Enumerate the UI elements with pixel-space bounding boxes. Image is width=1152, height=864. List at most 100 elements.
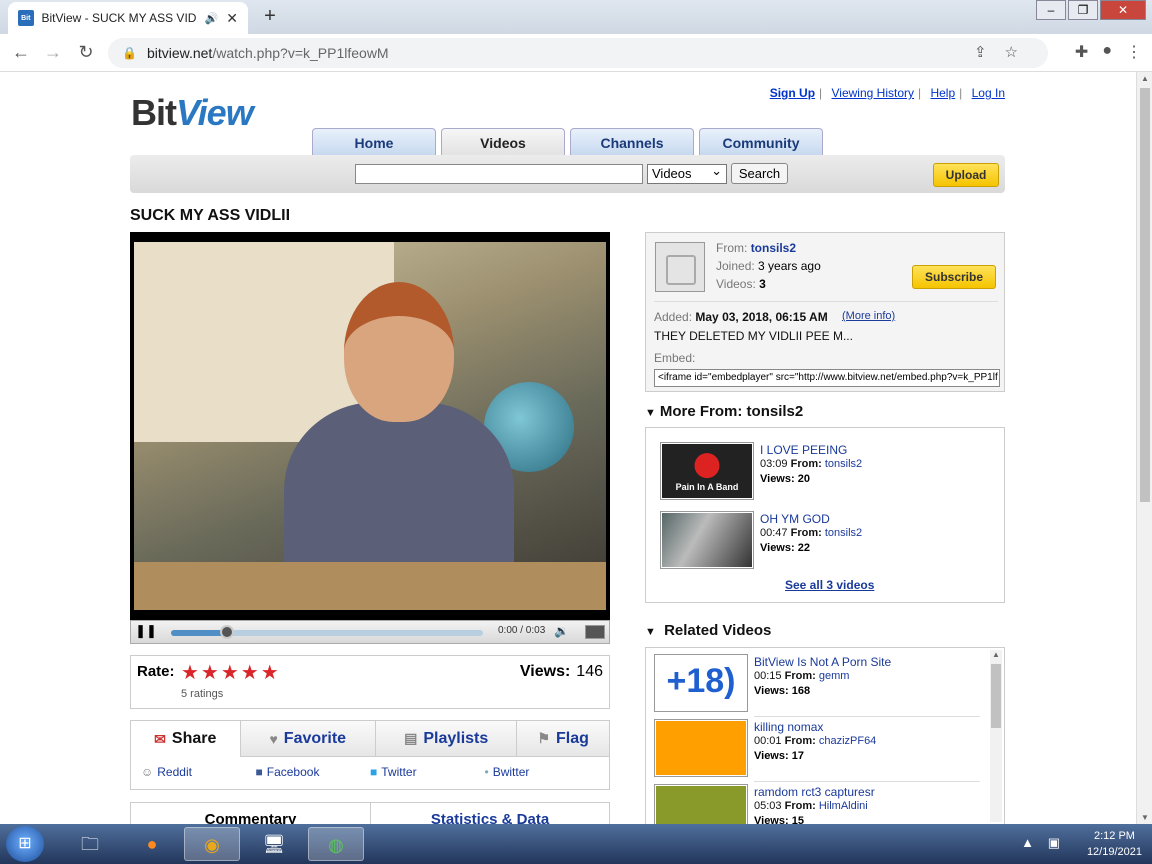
- share-bwitter-link[interactable]: • Bwitter: [485, 765, 600, 779]
- uploader-name-link[interactable]: tonsils2: [751, 241, 796, 255]
- bookmark-star-icon[interactable]: ☆: [1005, 44, 1036, 61]
- help-link[interactable]: Help: [930, 86, 955, 100]
- see-all-videos-link[interactable]: See all 3 videos: [785, 578, 874, 592]
- lock-icon[interactable]: 🔒: [122, 46, 137, 60]
- nav-tab-home[interactable]: Home: [312, 128, 436, 156]
- uploader-info: From: tonsils2 Joined: 3 years ago Video…: [645, 232, 1005, 392]
- video-description: THEY DELETED MY VIDLII PEE M...: [654, 329, 853, 343]
- network-tray-icon[interactable]: ▣: [1048, 835, 1060, 851]
- browser-tab[interactable]: Bit BitView - SUCK MY ASS VIDL 🔊 ✕: [8, 2, 248, 34]
- sign-up-link[interactable]: Sign Up: [770, 86, 815, 100]
- video-thumbnail[interactable]: [654, 784, 748, 824]
- tab-share[interactable]: ✉ Share: [131, 721, 241, 757]
- minimize-button[interactable]: –: [1036, 0, 1066, 20]
- video-thumbnail[interactable]: [654, 719, 748, 777]
- viewing-history-link[interactable]: Viewing History: [832, 86, 914, 100]
- list-item[interactable]: Pain In A Band I LOVE PEEING 03:09 From:…: [660, 442, 990, 500]
- chrome-icon[interactable]: ◉: [184, 827, 240, 861]
- page-scrollbar[interactable]: ▲ ▼: [1136, 72, 1152, 824]
- share-icon[interactable]: ⇪: [974, 44, 1005, 61]
- video-title-link[interactable]: I LOVE PEEING: [760, 443, 847, 457]
- log-in-link[interactable]: Log In: [972, 86, 1005, 100]
- scrollbar-thumb[interactable]: [1140, 88, 1150, 502]
- volume-icon[interactable]: 🔉: [554, 624, 569, 638]
- pause-icon[interactable]: ❚❚: [135, 623, 157, 641]
- search-category-select[interactable]: Videos: [647, 162, 727, 184]
- tray-expand-arrow-icon[interactable]: ▲: [1021, 835, 1034, 850]
- tab-playlists[interactable]: ▤ Playlists: [375, 721, 518, 757]
- video-frame[interactable]: [134, 242, 606, 610]
- browser-titlebar: Bit BitView - SUCK MY ASS VIDL 🔊 ✕ + – ❐…: [0, 0, 1152, 34]
- share-facebook-link[interactable]: ■ Facebook: [256, 765, 371, 779]
- share-reddit-link[interactable]: ☺ Reddit: [141, 765, 256, 779]
- new-tab-button[interactable]: +: [258, 6, 282, 28]
- search-input[interactable]: [355, 164, 643, 184]
- list-item[interactable]: ramdom rct3 capturesr 05:03 From: HilmAl…: [654, 784, 984, 824]
- scroll-up-arrow-icon[interactable]: ▲: [1137, 74, 1152, 83]
- bitview-logo[interactable]: BitView: [131, 92, 254, 134]
- collapse-triangle-icon[interactable]: ▼: [645, 407, 656, 419]
- joined-value: 3 years ago: [758, 259, 821, 273]
- author-link[interactable]: tonsils2: [825, 527, 862, 539]
- video-thumbnail[interactable]: +18): [654, 654, 748, 712]
- clock[interactable]: 2:12 PM 12/19/2021: [1087, 828, 1142, 860]
- forward-arrow-icon[interactable]: →: [42, 42, 64, 63]
- audio-playing-icon[interactable]: 🔊: [205, 12, 219, 25]
- maximize-button[interactable]: ❐: [1068, 0, 1098, 20]
- firefox-icon[interactable]: ●: [124, 827, 180, 861]
- tab-statistics[interactable]: Statistics & Data: [370, 803, 609, 824]
- uploader-avatar[interactable]: [655, 242, 705, 292]
- subscribe-button[interactable]: Subscribe: [912, 265, 996, 289]
- scroll-up-arrow-icon[interactable]: ▲: [992, 650, 1000, 659]
- author-link[interactable]: gemm: [819, 670, 850, 682]
- seek-bar[interactable]: [171, 625, 483, 639]
- seek-handle[interactable]: [220, 625, 235, 639]
- list-item[interactable]: killing nomax 00:01 From: chazizPF64 Vie…: [654, 719, 984, 782]
- list-item[interactable]: +18) BitView Is Not A Porn Site 00:15 Fr…: [654, 654, 984, 717]
- video-title-link[interactable]: ramdom rct3 capturesr: [754, 785, 875, 799]
- video-title-link[interactable]: OH YM GOD: [760, 512, 830, 526]
- address-bar[interactable]: 🔒 bitview.net/watch.php?v=k_PP1lfeowM ⇪☆: [108, 38, 1048, 68]
- extensions-puzzle-icon[interactable]: ✚: [1075, 42, 1088, 62]
- related-scrollbar[interactable]: ▲: [990, 650, 1002, 822]
- tab-commentary[interactable]: Commentary: [131, 803, 370, 824]
- scroll-down-arrow-icon[interactable]: ▼: [1137, 813, 1152, 822]
- video-title-link[interactable]: BitView Is Not A Porn Site: [754, 655, 891, 669]
- video-thumbnail[interactable]: Pain In A Band: [660, 442, 754, 500]
- collapse-triangle-icon[interactable]: ▼: [645, 626, 656, 638]
- more-info-link[interactable]: (More info): [842, 310, 895, 322]
- close-tab-icon[interactable]: ✕: [226, 10, 238, 27]
- back-arrow-icon[interactable]: ←: [10, 42, 32, 63]
- share-twitter-link[interactable]: ■ Twitter: [370, 765, 485, 779]
- profile-avatar-icon[interactable]: ●: [1102, 42, 1112, 62]
- upload-button[interactable]: Upload: [933, 163, 999, 187]
- menu-kebab-icon[interactable]: ⋮: [1126, 42, 1142, 62]
- rating-stars[interactable]: ★★★★★: [181, 660, 281, 685]
- fullscreen-icon[interactable]: [585, 625, 605, 639]
- reload-icon[interactable]: ↻: [75, 42, 97, 63]
- joined-label: Joined:: [716, 259, 755, 273]
- computer-icon[interactable]: 🖥: [246, 827, 302, 861]
- tab-flag[interactable]: ⚑ Flag: [517, 721, 609, 757]
- related-videos-heading[interactable]: ▼ Related Videos: [645, 622, 771, 639]
- nav-tab-community[interactable]: Community: [699, 128, 823, 156]
- embed-code-field[interactable]: <iframe id="embedplayer" src="http://www…: [654, 369, 1000, 387]
- tab-favorite[interactable]: ♥ Favorite: [240, 721, 376, 757]
- search-button[interactable]: Search: [731, 163, 788, 184]
- start-button[interactable]: ⊞: [6, 826, 44, 862]
- close-window-button[interactable]: ✕: [1100, 0, 1146, 20]
- views-value: 17: [791, 750, 804, 762]
- video-thumbnail[interactable]: [660, 511, 754, 569]
- author-link[interactable]: tonsils2: [825, 458, 862, 470]
- video-player[interactable]: [130, 232, 610, 620]
- list-item[interactable]: OH YM GOD 00:47 From: tonsils2 Views: 22: [660, 511, 990, 569]
- network-globe-icon[interactable]: ◍: [308, 827, 364, 861]
- more-from-heading[interactable]: ▼ More From: tonsils2: [645, 403, 803, 420]
- nav-tab-channels[interactable]: Channels: [570, 128, 694, 156]
- author-link[interactable]: chazizPF64: [819, 735, 876, 747]
- related-scrollbar-thumb[interactable]: [991, 664, 1001, 728]
- author-link[interactable]: HilmAldini: [819, 800, 868, 812]
- video-title-link[interactable]: killing nomax: [754, 720, 823, 734]
- file-explorer-icon[interactable]: 🗀: [62, 827, 118, 861]
- nav-tab-videos[interactable]: Videos: [441, 128, 565, 156]
